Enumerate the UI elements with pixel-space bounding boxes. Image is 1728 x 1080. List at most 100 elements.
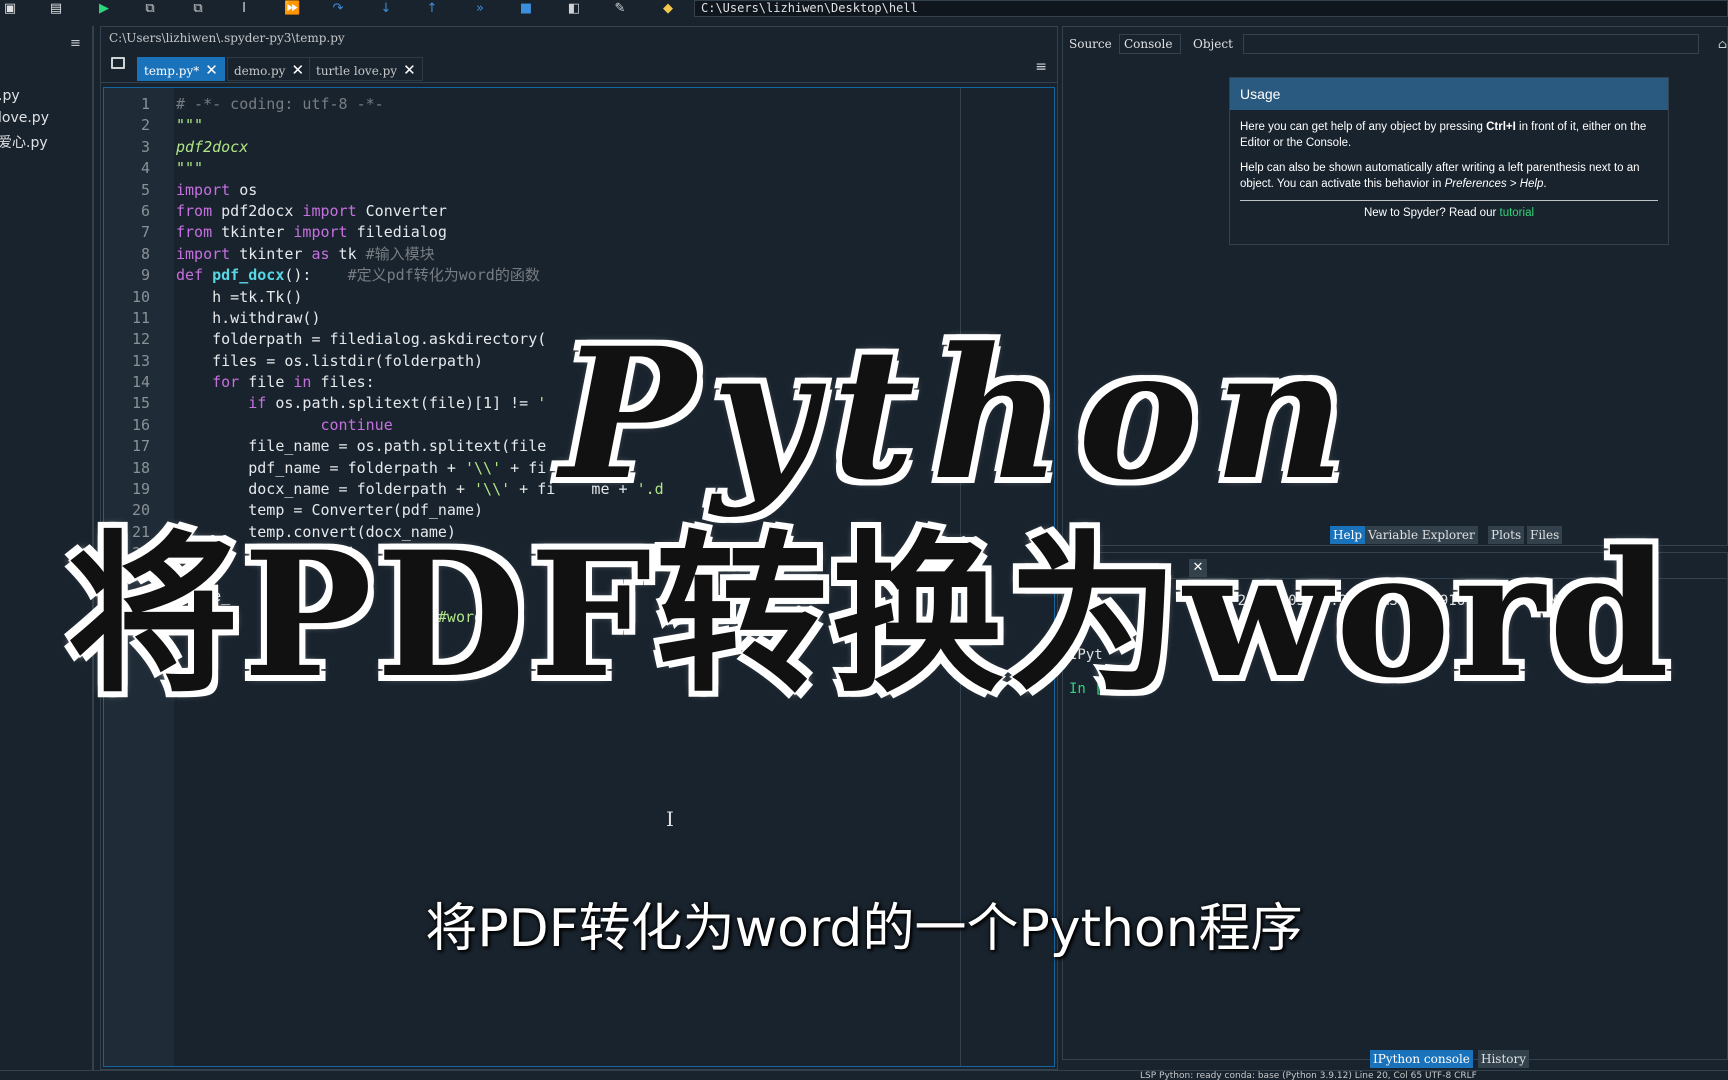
save-all-icon[interactable]: ▤ (48, 1, 64, 17)
code-token: #word (329, 608, 484, 627)
code-text: docx_name = folderpath + '\\' + fi me + … (176, 479, 663, 500)
line-number: 25 (131, 608, 150, 627)
code-line: 6 from pdf2docx import Converter (104, 201, 1056, 222)
code-line: 15 if os.path.splitext(file)[1] != ' (104, 393, 1056, 414)
file-explorer-panel: ≡ .py love.py 爱心.py (0, 26, 94, 1070)
help-toolbar: Source Console Object ⌂ (1063, 33, 1728, 57)
usage-box: Usage Here you can get help of any objec… (1229, 77, 1669, 245)
line-number: 11 (131, 308, 150, 327)
close-icon[interactable]: ✕ (403, 61, 416, 79)
python-path-icon[interactable]: ◆ (660, 1, 676, 17)
code-line: 10 h =tk.Tk() (104, 287, 1056, 308)
console-prompt[interactable]: In [ (1069, 681, 1103, 697)
code-text: pdf_name = folderpath + '\\' + fi (176, 458, 546, 479)
code-token: pdf2docx (212, 201, 294, 220)
code-token: files: (311, 373, 375, 392)
close-icon[interactable]: ✕ (291, 61, 304, 79)
code-token: pdf_name = folderpath + (176, 458, 465, 477)
code-token: import (284, 223, 348, 242)
debug-icon[interactable]: ⏩ (284, 1, 300, 17)
run-cell-icon[interactable]: ⧉ (142, 1, 158, 17)
status-bar: LSP Python: ready conda: base (Python 3.… (0, 1070, 1728, 1080)
run-icon[interactable]: ▶ (96, 1, 112, 17)
console-banner-line: IPyt (1069, 647, 1103, 663)
code-token: (): (284, 266, 348, 285)
code-token: pdf_docx (203, 266, 285, 285)
code-token: from (176, 223, 213, 242)
file-item[interactable]: .py (0, 88, 20, 104)
close-icon[interactable]: ✕ (1189, 559, 1207, 577)
code-token: tkinter (212, 223, 285, 242)
tab-plots[interactable]: Plots (1488, 526, 1525, 544)
browse-tabs-icon[interactable] (111, 57, 125, 69)
lock-icon[interactable]: ⌂ (1718, 37, 1727, 51)
code-token: import (176, 244, 231, 263)
code-line: 12 folderpath = filedialog.askdirectory( (104, 329, 1056, 350)
file-item[interactable]: love.py (0, 110, 49, 126)
line-number: 3 (140, 137, 150, 156)
code-token: os (230, 180, 258, 199)
usage-footer: New to Spyder? Read our tutorial (1363, 207, 1535, 219)
close-icon[interactable]: ✕ (205, 61, 218, 79)
run-selection-icon[interactable]: I (236, 1, 252, 17)
code-line: 16 continue (104, 415, 1056, 436)
code-text: continue (176, 415, 393, 436)
tab-files[interactable]: Files (1527, 526, 1563, 544)
line-number: 23 (131, 565, 150, 584)
code-token: '') (492, 608, 520, 627)
code-text: # -*- coding: utf-8 -*- (176, 94, 384, 115)
save-icon[interactable]: ▣ (2, 1, 18, 17)
line-number: 18 (131, 458, 150, 477)
line-number: 13 (131, 351, 150, 370)
code-text: e_ (176, 586, 231, 605)
tab-help[interactable]: Help (1330, 526, 1366, 544)
working-directory-field[interactable]: C:\Users\lizhiwen\Desktop\hell (694, 0, 1728, 17)
video-subtitle: 将PDF转化为word的一个Python程序 (425, 899, 1303, 959)
stop-icon[interactable]: ■ (518, 1, 534, 17)
divider (1240, 200, 1658, 201)
preferences-icon[interactable]: ✎ (612, 1, 628, 17)
code-line: 7 from tkinter import filedialog (104, 222, 1056, 243)
code-text: """ (176, 115, 203, 136)
code-token: tk (329, 244, 357, 263)
panel-menu-icon[interactable]: ≡ (70, 36, 81, 51)
code-token: docx_name = folderpath + (176, 480, 475, 499)
line-number: 10 (131, 287, 150, 306)
tab-ipython-console[interactable]: IPython console (1370, 1050, 1473, 1068)
code-token: '\\' (474, 480, 511, 499)
tab-demo-py[interactable]: demo.py ✕ (227, 57, 312, 81)
code-token: def (176, 266, 204, 285)
tutorial-link[interactable]: tutorial (1500, 207, 1535, 219)
step-return-icon[interactable]: ↑ (424, 1, 440, 17)
code-token: """ (176, 116, 204, 135)
code-token: '\\' (464, 458, 502, 477)
usage-title: Usage (1230, 78, 1668, 110)
code-line: 23 (104, 565, 1056, 586)
maximize-pane-icon[interactable]: ◧ (566, 1, 582, 17)
code-line: 5 import os (104, 180, 1056, 201)
code-token: filedialog (347, 223, 447, 242)
run-cell-advance-icon[interactable]: ⧉ (190, 1, 206, 17)
console-pane: ✕ Py 4 2022, 05:22:27) [MSC v.1916 64 bi… (1062, 552, 1728, 1060)
object-input[interactable] (1243, 34, 1699, 54)
code-line: 11 h.withdraw() (104, 308, 1056, 329)
tab-temp-py[interactable]: temp.py* ✕ (137, 57, 225, 81)
step-icon[interactable]: ↷ (330, 1, 346, 17)
continue-icon[interactable]: » (472, 1, 488, 17)
browse-tabs-icon[interactable] (1073, 561, 1087, 572)
code-line: 19 docx_name = folderpath + '\\' + fi me… (104, 479, 1056, 500)
code-text: h =tk.Tk() (176, 287, 303, 306)
step-into-icon[interactable]: ↓ (378, 1, 394, 17)
line-number: 6 (140, 201, 150, 220)
code-token: tkinter (230, 244, 303, 263)
tab-turtle-love-py[interactable]: turtle love.py ✕ (309, 57, 423, 81)
source-select[interactable]: Console (1119, 34, 1181, 54)
tab-variable-explorer[interactable]: Variable Explorer (1365, 526, 1478, 544)
code-text: folderpath = filedialog.askdirectory( (176, 330, 547, 349)
code-line: 9 def pdf_docx(): #定义pdf转化为word的函数 (104, 265, 1056, 286)
file-item[interactable]: 爱心.py (0, 132, 48, 152)
code-token: # -*- coding: utf-8 -*- (176, 95, 384, 113)
tab-history[interactable]: History (1478, 1050, 1530, 1068)
editor-options-menu-icon[interactable]: ≡ (1035, 59, 1047, 75)
